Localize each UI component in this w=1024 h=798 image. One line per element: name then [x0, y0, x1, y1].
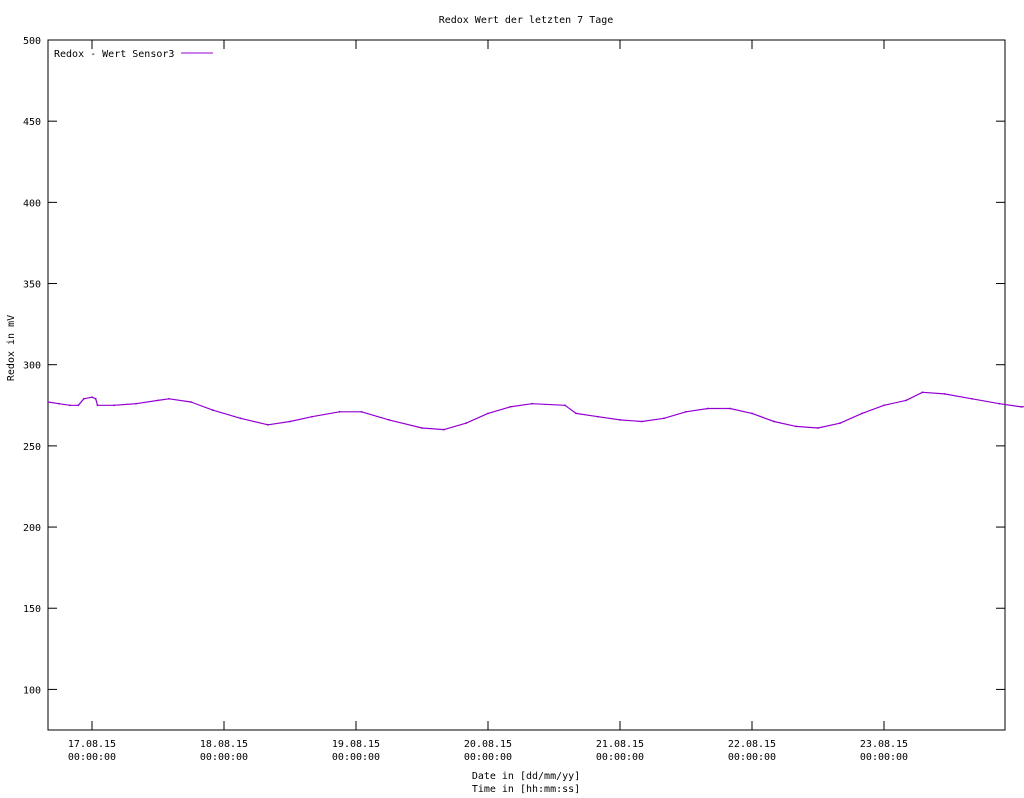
redox-chart: Redox Wert der letzten 7 Tage 100 150 200 2…	[6, 15, 1024, 795]
x-tick-label-time: 00:00:00	[332, 752, 380, 763]
x-tick-label-date: 21.08.15	[596, 739, 644, 750]
data-point	[69, 404, 71, 407]
data-point	[1020, 406, 1023, 408]
data-point	[91, 396, 93, 399]
series-layer	[47, 391, 1024, 431]
legend-label: Redox - Wert Sensor3	[54, 49, 174, 60]
data-point	[971, 397, 973, 400]
x-axis-label: Date in [dd/mm/yy]	[472, 771, 580, 782]
data-point	[883, 404, 885, 407]
data-point	[267, 423, 269, 426]
data-point	[641, 420, 643, 423]
data-point	[597, 415, 599, 418]
y-tick-label: 200	[23, 523, 41, 534]
x-tick-label-time: 00:00:00	[596, 752, 644, 763]
x-tick-label-date: 23.08.15	[860, 739, 908, 750]
data-point	[531, 402, 533, 405]
data-point	[82, 397, 85, 400]
data-point	[817, 427, 819, 429]
data-point	[443, 428, 445, 431]
data-point	[465, 422, 467, 425]
data-point	[77, 404, 80, 407]
data-point	[311, 415, 313, 418]
data-point	[861, 412, 863, 415]
data-point	[998, 402, 1001, 405]
data-point	[905, 399, 907, 402]
data-point	[751, 412, 753, 415]
data-point	[113, 404, 115, 407]
y-tick-label: 150	[23, 604, 41, 615]
data-point	[773, 420, 775, 423]
data-point	[135, 402, 137, 405]
x-tick-label-time: 00:00:00	[464, 752, 512, 763]
data-point	[239, 417, 242, 420]
y-tick-label: 100	[23, 685, 41, 696]
data-point	[168, 397, 170, 400]
x-tick-label-date: 19.08.15	[332, 739, 380, 750]
y-tick-label: 300	[23, 361, 41, 372]
x-tick-label-time: 00:00:00	[728, 752, 776, 763]
data-point	[96, 404, 99, 407]
x-tick-label-date: 20.08.15	[464, 739, 512, 750]
x-axis: 17.08.15 00:00:00 18.08.15 00:00:00 19.08.15…	[68, 40, 908, 763]
data-point	[58, 402, 60, 405]
x-tick-label-date: 17.08.15	[68, 739, 116, 750]
data-point	[94, 397, 97, 400]
chart-title: Redox Wert der letzten 7 Tage	[439, 15, 614, 26]
y-tick-label: 250	[23, 442, 41, 453]
data-point	[421, 427, 423, 429]
data-point	[921, 391, 924, 394]
data-point	[289, 420, 291, 423]
data-point	[47, 401, 49, 403]
x-tick-label-time: 00:00:00	[68, 752, 116, 763]
x-tick-label-date: 18.08.15	[200, 739, 248, 750]
data-point	[157, 399, 159, 402]
legend: Redox - Wert Sensor3	[54, 49, 213, 60]
data-point	[619, 419, 621, 421]
y-tick-label: 350	[23, 280, 41, 291]
data-point	[729, 407, 731, 410]
data-point	[564, 404, 566, 407]
series-line	[47, 391, 1024, 431]
data-point	[943, 393, 946, 395]
plot-border	[47, 39, 1006, 731]
x-tick-label-time: 00:00:00	[200, 752, 248, 763]
data-point	[487, 412, 489, 415]
data-point	[707, 407, 709, 410]
data-point	[839, 422, 841, 425]
x-tick-label-date: 22.08.15	[728, 739, 776, 750]
data-point	[663, 417, 665, 420]
data-point	[360, 410, 363, 413]
data-point	[212, 409, 214, 412]
data-point	[685, 410, 687, 413]
data-point	[388, 419, 390, 421]
y-tick-label: 500	[23, 36, 41, 47]
data-point	[338, 410, 341, 413]
y-axis-label: Redox in mV	[6, 315, 17, 381]
data-point	[795, 425, 797, 428]
x-tick-label-time: 00:00:00	[860, 752, 908, 763]
y-tick-label: 400	[23, 198, 41, 209]
data-point	[190, 401, 192, 403]
y-tick-label: 450	[23, 117, 41, 128]
x-axis-label-time: Time in [hh:mm:ss]	[472, 784, 580, 795]
y-axis: 100 150 200 250 300 350 400 450 500	[23, 36, 1005, 696]
data-point	[575, 412, 577, 415]
data-point	[509, 406, 511, 408]
